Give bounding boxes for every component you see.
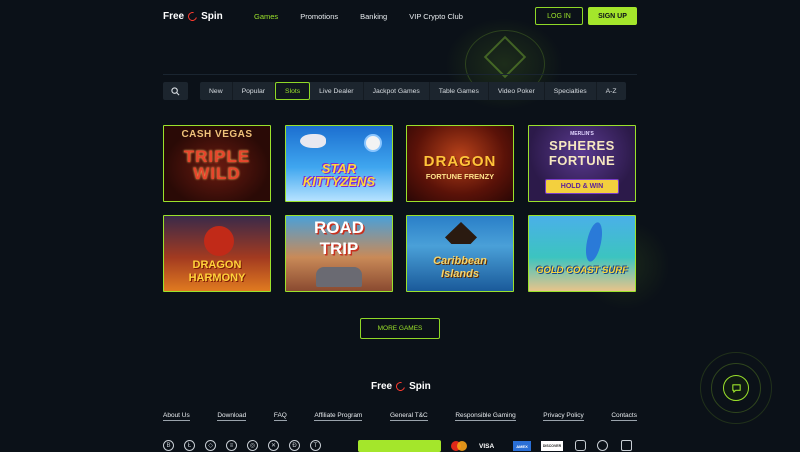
- game-tile-triple-wild[interactable]: CASH VEGAS TRIPLE WILD: [163, 125, 271, 202]
- tether-icon: T: [310, 440, 321, 451]
- game-title-line: DRAGON: [423, 153, 497, 170]
- rocket-icon: [300, 134, 326, 148]
- footer-link-download[interactable]: Download: [217, 412, 247, 421]
- game-title-line: ROAD: [313, 218, 365, 237]
- nav-games[interactable]: Games: [254, 12, 278, 21]
- game-title-line: GOLD COAST SURF: [536, 265, 628, 276]
- nav-banking[interactable]: Banking: [360, 12, 387, 21]
- game-tile-spheres-fortune[interactable]: MERLIN'S SPHERES FORTUNE HOLD & WIN: [528, 125, 636, 202]
- signup-button[interactable]: SIGN UP: [588, 7, 637, 25]
- usdc-icon: ◎: [247, 440, 258, 451]
- game-tile-dragon-harmony[interactable]: DRAGON HARMONY: [163, 215, 271, 292]
- game-tile-caribbean-islands[interactable]: Caribbean Islands: [406, 215, 514, 292]
- game-category-tabs: New Popular Slots Live Dealer Jackpot Ga…: [200, 82, 626, 100]
- more-games-button[interactable]: MORE GAMES: [360, 318, 440, 339]
- search-button[interactable]: [163, 82, 188, 100]
- payment-methods: B Ł ◇ ≡ ◎ ✕ Đ T VISA AMEX DISCOVER: [163, 438, 637, 452]
- section-divider: [163, 74, 637, 75]
- footer-link-faq[interactable]: FAQ: [273, 412, 287, 421]
- age-restriction-icon: [597, 440, 608, 451]
- footer-link-privacy-policy[interactable]: Privacy Policy: [543, 412, 584, 421]
- main-nav: Games Promotions Banking VIP Crypto Club: [254, 12, 485, 21]
- bitcoin-icon: B: [163, 440, 174, 451]
- game-art: [529, 216, 635, 291]
- nav-vip-crypto-club[interactable]: VIP Crypto Club: [409, 12, 463, 21]
- tab-table-games[interactable]: Table Games: [430, 82, 489, 100]
- car-icon: [316, 267, 362, 287]
- logo[interactable]: Free Spin: [163, 10, 223, 23]
- nav-promotions[interactable]: Promotions: [300, 12, 338, 21]
- logo-ball-icon: [394, 380, 407, 393]
- game-title-line: Caribbean: [433, 255, 487, 267]
- logo-word-free: Free: [371, 381, 393, 392]
- game-title-line: FORTUNE: [548, 153, 616, 168]
- footer-link-general-tc[interactable]: General T&C: [389, 412, 428, 421]
- card-icon: [575, 440, 586, 451]
- tab-specialties[interactable]: Specialties: [545, 82, 597, 100]
- deposit-banner[interactable]: [358, 440, 441, 452]
- game-tile-gold-coast-surf[interactable]: GOLD COAST SURF: [528, 215, 636, 292]
- logo-ball-icon: [186, 10, 199, 23]
- chat-ring: [711, 363, 761, 413]
- game-title-line: STAR KITTYZENS: [302, 161, 376, 189]
- live-chat-button[interactable]: [700, 352, 772, 424]
- xrp-icon: ✕: [268, 440, 279, 451]
- game-title-line: TRIPLE WILD: [183, 147, 251, 183]
- search-icon: [171, 86, 180, 95]
- secure-shield-icon: [621, 440, 632, 451]
- tab-jackpot-games[interactable]: Jackpot Games: [364, 82, 430, 100]
- game-tile-star-kittyzens[interactable]: STAR KITTYZENS: [285, 125, 393, 202]
- site-header: Free Spin Games Promotions Banking VIP C…: [0, 0, 800, 36]
- footer-link-about-us[interactable]: About Us: [163, 412, 190, 421]
- tab-new[interactable]: New: [200, 82, 233, 100]
- litecoin-icon: Ł: [184, 440, 195, 451]
- game-title-line: FORTUNE FRENZY: [425, 172, 495, 181]
- dragon-icon: [204, 226, 234, 256]
- footer-link-responsible-gaming[interactable]: Responsible Gaming: [455, 412, 516, 421]
- astronaut-cat-icon: [364, 134, 382, 152]
- game-tile-dragon-fortune-frenzy[interactable]: DRAGON FORTUNE FRENZY: [406, 125, 514, 202]
- game-title-line: Islands: [441, 268, 479, 280]
- footer-link-contacts[interactable]: Contacts: [611, 412, 637, 421]
- logo-word-spin: Spin: [409, 381, 431, 392]
- game-badge: HOLD & WIN: [545, 179, 619, 194]
- footer-link-affiliate-program[interactable]: Affiliate Program: [314, 412, 363, 421]
- footer-logo[interactable]: Free Spin: [371, 380, 431, 393]
- game-title-line: SPHERES: [549, 138, 615, 153]
- game-title-line: HARMONY: [188, 272, 246, 284]
- dogecoin-icon: Đ: [289, 440, 300, 451]
- game-title-line: MERLIN'S: [570, 131, 594, 137]
- logo-word-spin: Spin: [201, 11, 223, 22]
- ethereum-icon: ◇: [205, 440, 216, 451]
- tab-live-dealer[interactable]: Live Dealer: [310, 82, 364, 100]
- tab-video-poker[interactable]: Video Poker: [489, 82, 545, 100]
- solana-icon: ≡: [226, 440, 237, 451]
- footer-links: About Us Download FAQ Affiliate Program …: [163, 412, 637, 421]
- game-tile-road-trip[interactable]: ROAD TRIP: [285, 215, 393, 292]
- tab-slots[interactable]: Slots: [275, 82, 311, 100]
- game-title-line: DRAGON: [192, 259, 242, 271]
- tab-popular[interactable]: Popular: [233, 82, 276, 100]
- game-title-line: CASH VEGAS: [181, 129, 253, 140]
- logo-word-free: Free: [163, 11, 185, 22]
- login-button[interactable]: LOG IN: [535, 7, 583, 25]
- game-title-line: TRIP: [319, 239, 359, 258]
- tab-a-z[interactable]: A-Z: [597, 82, 626, 100]
